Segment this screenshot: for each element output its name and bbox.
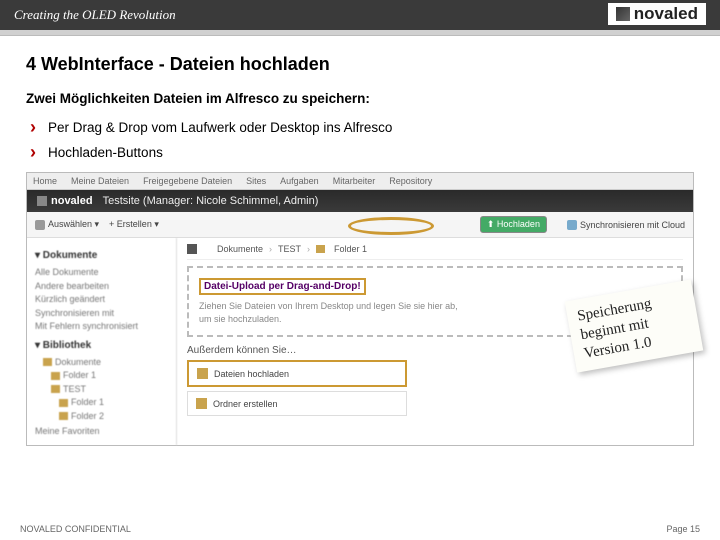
create-button[interactable]: + Erstellen ▾ — [109, 219, 159, 230]
site-logo: novaled — [37, 195, 93, 207]
cloud-icon — [567, 220, 577, 230]
sidebar-item[interactable]: Kürzlich geändert — [35, 293, 168, 307]
site-title: Testsite (Manager: Nicole Schimmel, Admi… — [103, 195, 319, 207]
page-title: 4 WebInterface - Dateien hochladen — [26, 54, 694, 75]
footer: NOVALED CONFIDENTIAL Page 15 — [0, 524, 720, 534]
tree-item[interactable]: Folder 1 — [59, 396, 168, 410]
breadcrumb: Dokumente› TEST› Folder 1 — [187, 244, 683, 260]
folder-icon — [51, 385, 60, 393]
dropzone-title: Datei-Upload per Drag-and-Drop! — [199, 278, 366, 295]
dropzone-sub: Ziehen Sie Dateien von Ihrem Desktop und… — [199, 300, 459, 325]
sync-button[interactable]: Synchronisieren mit Cloud — [567, 220, 685, 230]
sidebar: ▾ Dokumente Alle Dokumente Andere bearbe… — [27, 238, 177, 445]
crumb-item[interactable]: Folder 1 — [334, 244, 367, 254]
sidebar-item[interactable]: Alle Dokumente — [35, 266, 168, 280]
tagline: Creating the OLED Revolution — [14, 7, 176, 23]
sidebar-item[interactable]: Andere bearbeiten — [35, 280, 168, 294]
page-subheading: Zwei Möglichkeiten Dateien im Alfresco z… — [26, 91, 694, 106]
tab[interactable]: Repository — [389, 176, 432, 186]
sidebar-item[interactable]: Mit Fehlern synchronisiert — [35, 320, 168, 334]
tab[interactable]: Freigegebene Dateien — [143, 176, 232, 186]
crumb-item[interactable]: TEST — [278, 244, 301, 254]
upload-icon — [197, 368, 208, 379]
sidebar-item[interactable]: Meine Favoriten — [35, 425, 168, 439]
brand-logo: novaled — [608, 3, 706, 25]
upload-files-link[interactable]: Dateien hochladen — [187, 360, 407, 387]
footer-left: NOVALED CONFIDENTIAL — [20, 524, 131, 534]
upload-button[interactable]: ⬆ Hochladen — [480, 216, 547, 233]
bullet-item: Hochladen-Buttons — [26, 143, 694, 168]
folder-icon — [59, 399, 68, 407]
select-icon — [35, 220, 45, 230]
create-folder-link[interactable]: Ordner erstellen — [187, 391, 407, 416]
select-button[interactable]: Auswählen ▾ — [35, 219, 99, 230]
site-header: novaled Testsite (Manager: Nicole Schimm… — [27, 190, 693, 212]
screenshot-wrapper: Home Meine Dateien Freigegebene Dateien … — [26, 172, 694, 446]
bullet-list: Per Drag & Drop vom Laufwerk oder Deskto… — [26, 118, 694, 168]
folder-icon — [196, 398, 207, 409]
folder-icon — [316, 245, 325, 253]
nav-tabs: Home Meine Dateien Freigegebene Dateien … — [27, 173, 693, 190]
sidebar-section[interactable]: ▾ Bibliothek — [35, 338, 168, 353]
footer-right: Page 15 — [666, 524, 700, 534]
sidebar-item[interactable]: Synchronisieren mit — [35, 307, 168, 321]
tab[interactable]: Home — [33, 176, 57, 186]
folder-icon — [59, 412, 68, 420]
crumb-item[interactable]: Dokumente — [217, 244, 263, 254]
folder-icon — [43, 358, 52, 366]
tree-item[interactable]: Folder 2 — [59, 410, 168, 424]
tree-item[interactable]: Dokumente — [43, 356, 168, 370]
tab[interactable]: Sites — [246, 176, 266, 186]
bullet-item: Per Drag & Drop vom Laufwerk oder Deskto… — [26, 118, 694, 143]
highlight-oval — [348, 217, 434, 235]
tab[interactable]: Mitarbeiter — [333, 176, 376, 186]
tree-item[interactable]: Folder 1 — [51, 369, 168, 383]
tab[interactable]: Aufgaben — [280, 176, 319, 186]
tree-item[interactable]: TEST — [51, 383, 168, 397]
sidebar-section[interactable]: ▾ Dokumente — [35, 248, 168, 263]
list-icon[interactable] — [187, 244, 197, 254]
tab[interactable]: Meine Dateien — [71, 176, 129, 186]
folder-icon — [51, 372, 60, 380]
